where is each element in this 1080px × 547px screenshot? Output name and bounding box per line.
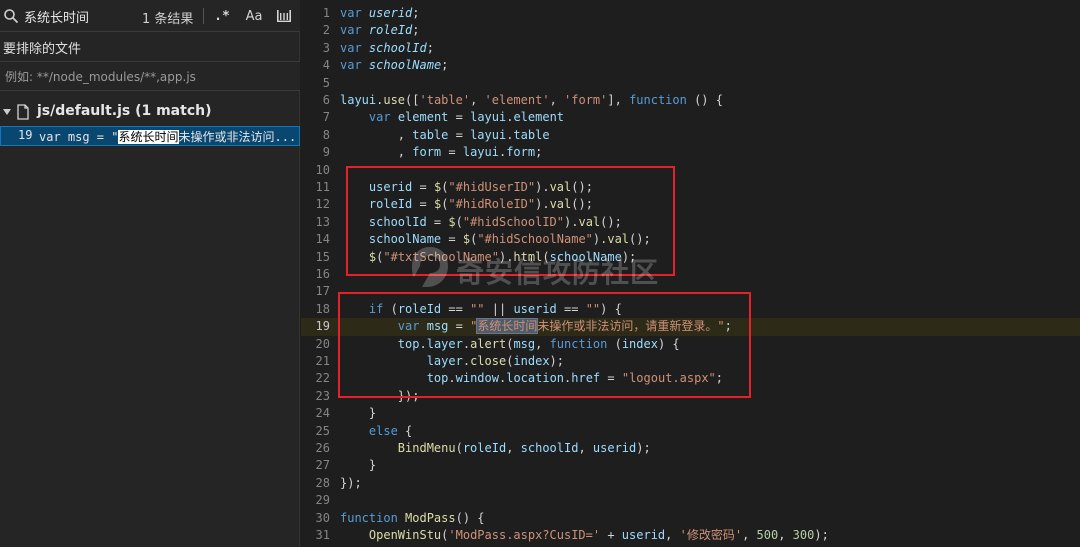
match-line-number: 19 (18, 128, 33, 142)
code-line-current[interactable]: 19 var msg = "系统长时间未操作或非法访问，请重新登录。"; (301, 318, 1080, 336)
code-line[interactable]: 12 roleId = $("#hidRoleID").val(); (301, 196, 1080, 213)
exclude-files-label: 要排除的文件 (3, 42, 82, 57)
line-number: 8 (322, 127, 330, 142)
code-line[interactable]: 10 (301, 162, 1080, 179)
line-number: 24 (315, 406, 330, 421)
code-line[interactable]: 24 } (301, 405, 1080, 422)
line-number: 3 (322, 40, 330, 55)
code-line[interactable]: 8 , table = layui.table (301, 127, 1080, 144)
code-line[interactable]: 23 }); (301, 388, 1080, 405)
code-line[interactable]: 20 top.layer.alert(msg, function (index)… (301, 336, 1080, 353)
match-preview: var msg = "系统长时间未操作或非法访问... (39, 128, 297, 145)
line-number: 12 (315, 197, 330, 212)
match-suffix: 未操作或非法访问... (178, 130, 297, 144)
code-line[interactable]: 17 (301, 283, 1080, 300)
search-panel: 1 条结果 .* Aa 要排除的文件 js/default.js (1 matc… (0, 0, 300, 547)
line-number: 4 (322, 58, 330, 73)
code-line[interactable]: 29 (301, 492, 1080, 509)
line-number: 17 (315, 284, 330, 299)
code-line[interactable]: 7 var element = layui.element (301, 109, 1080, 126)
line-number: 31 (315, 528, 330, 542)
line-number: 10 (315, 162, 330, 177)
line-number: 13 (315, 214, 330, 229)
result-file-row[interactable]: js/default.js (1 match) (0, 101, 300, 123)
code-line[interactable]: 30 function ModPass() { (301, 510, 1080, 527)
code-line[interactable]: 9 , form = layui.form; (301, 144, 1080, 161)
line-number: 14 (315, 232, 330, 247)
line-number: 19 (315, 319, 330, 334)
code-line[interactable]: 2 var roleId; (301, 22, 1080, 39)
code-editor[interactable]: 1 var userid; 2 var roleId; 3 var schoolId;… (301, 0, 1080, 547)
exclude-input-container (0, 61, 300, 91)
code-line[interactable]: 3 var schoolId; (301, 40, 1080, 57)
whole-word-icon[interactable] (274, 6, 294, 26)
code-line[interactable]: 1 var userid; (301, 5, 1080, 22)
code-line[interactable]: 31 OpenWinStu('ModPass.aspx?CusID=' + us… (301, 527, 1080, 544)
line-number: 2 (322, 23, 330, 38)
code-line[interactable]: 6 layui.use(['table', 'element', 'form'],… (301, 92, 1080, 109)
line-number: 9 (322, 145, 330, 160)
code-line[interactable]: 16 (301, 266, 1080, 283)
find-match-highlight: 系统长时间 (476, 318, 539, 335)
line-number: 20 (315, 336, 330, 351)
line-number: 29 (315, 493, 330, 508)
line-number: 11 (315, 180, 330, 194)
code-line[interactable]: 26 BindMenu(roleId, schoolId, userid); (301, 440, 1080, 457)
regex-icon[interactable]: .* (213, 6, 231, 26)
code-line[interactable]: 28}); (301, 475, 1080, 492)
line-number: 16 (315, 267, 330, 281)
line-number: 21 (315, 354, 330, 368)
chevron-down-icon[interactable] (2, 107, 12, 117)
line-number: 23 (315, 388, 330, 403)
line-number: 7 (322, 110, 330, 125)
exclude-files-input[interactable] (5, 68, 290, 86)
divider (203, 8, 204, 24)
line-number: 1 (322, 6, 330, 20)
code-line[interactable]: 14 schoolName = $("#hidSchoolName").val(… (301, 231, 1080, 248)
line-number: 22 (315, 371, 330, 386)
match-prefix: var msg = " (39, 130, 119, 144)
code-line[interactable]: 21 layer.close(index); (301, 353, 1080, 370)
line-number: 30 (315, 510, 330, 525)
file-icon (17, 104, 29, 120)
code-line[interactable]: 27 } (301, 457, 1080, 474)
line-number: 26 (315, 441, 330, 455)
line-number: 28 (315, 475, 330, 490)
line-number: 25 (315, 423, 330, 438)
match-highlight: 系统长时间 (118, 130, 179, 144)
code-line[interactable]: 4 var schoolName; (301, 57, 1080, 74)
line-number: 27 (315, 458, 330, 473)
result-count: 1 条结果 (142, 12, 194, 27)
line-number: 18 (315, 301, 330, 316)
code-line[interactable]: 5 (301, 75, 1080, 92)
line-number: 5 (322, 75, 330, 90)
search-input[interactable] (24, 5, 134, 27)
search-match-item[interactable]: 19 var msg = "系统长时间未操作或非法访问... (0, 126, 300, 146)
line-number: 15 (315, 249, 330, 264)
code-line[interactable]: 22 top.window.location.href = "logout.as… (301, 370, 1080, 387)
code-line[interactable]: 13 schoolId = $("#hidSchoolID").val(); (301, 214, 1080, 231)
line-number: 6 (322, 93, 330, 107)
match-case-icon[interactable]: Aa (244, 6, 264, 26)
result-file-name: js/default.js (1 match) (37, 103, 212, 119)
code-line[interactable]: 25 else { (301, 423, 1080, 440)
search-icon (4, 9, 19, 24)
search-row: 1 条结果 .* Aa (0, 0, 300, 32)
code-line[interactable]: 15 $("#txtSchoolName").html(schoolName); (301, 249, 1080, 266)
code-line[interactable]: 18 if (roleId == "" || userid == "") { (301, 301, 1080, 318)
code-line[interactable]: 11 userid = $("#hidUserID").val(); (301, 179, 1080, 196)
